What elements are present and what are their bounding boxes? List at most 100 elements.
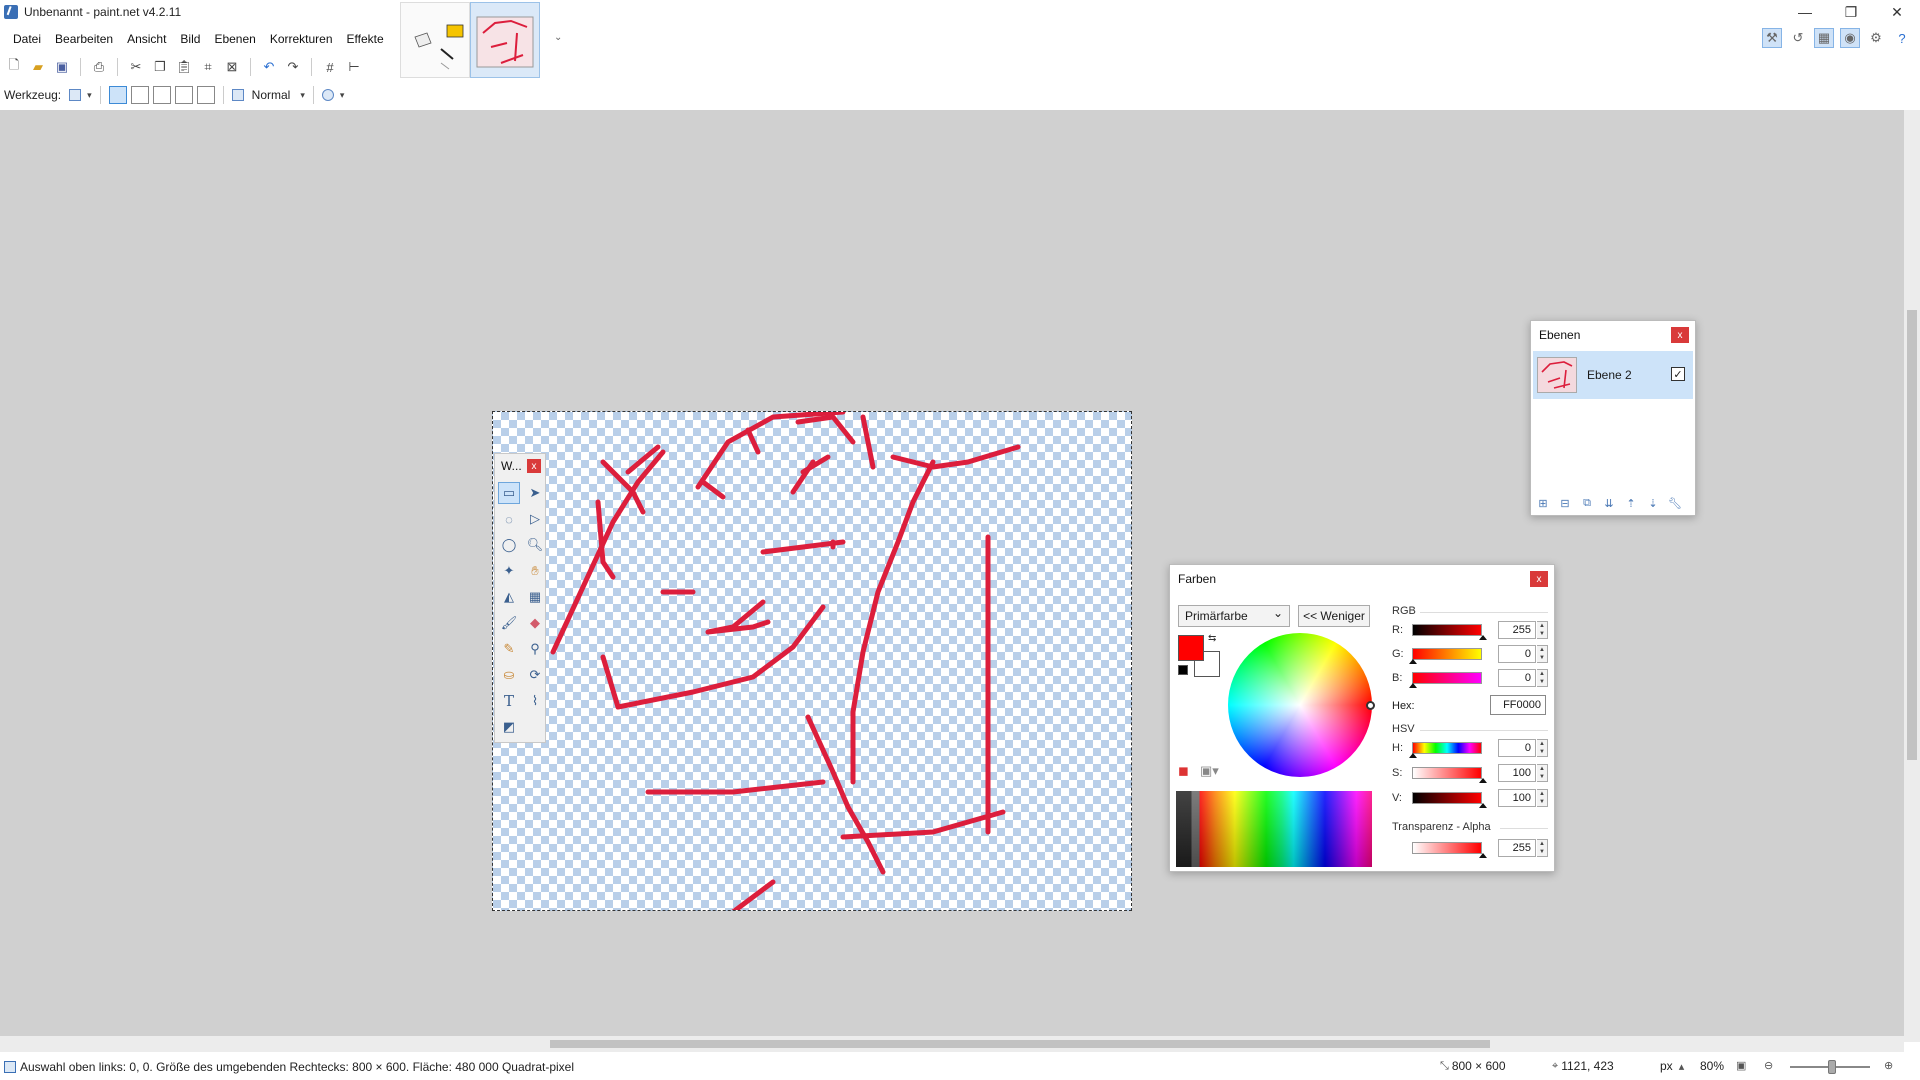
crop-icon[interactable]: ⌗ (198, 57, 218, 77)
colors-window-close-button[interactable]: x (1530, 571, 1548, 587)
selection-mode-union[interactable] (130, 86, 149, 104)
new-file-icon[interactable]: 🗋 (4, 57, 24, 77)
menu-korrekturen[interactable]: Korrekturen (263, 28, 340, 50)
move-layer-up-icon[interactable]: ⇡ (1623, 495, 1639, 511)
gradient-tool-icon[interactable]: ▦ (524, 586, 546, 608)
colors-window-titlebar[interactable]: Farben x (1170, 565, 1554, 593)
save-icon[interactable]: ▣ (52, 57, 72, 77)
alpha-value-input[interactable]: 255 (1498, 839, 1536, 857)
blue-spinner[interactable]: ▲ ▼ (1537, 669, 1548, 687)
value-value-input[interactable]: 100 (1498, 789, 1536, 807)
red-spinner[interactable]: ▲ ▼ (1537, 621, 1548, 639)
hue-slider-thumb[interactable] (1409, 753, 1417, 758)
zoom-in-status[interactable]: ⊕ (1884, 1059, 1896, 1072)
add-to-palette-icon[interactable]: ◼ (1178, 763, 1189, 779)
zoom-tool-icon[interactable]: 🔍︎ (524, 534, 546, 556)
zoom-out-status[interactable]: ⊖ (1764, 1059, 1776, 1072)
settings-gear-icon[interactable]: ⚙ (1866, 28, 1886, 48)
grid-icon[interactable]: # (320, 57, 340, 77)
tools-window-close-button[interactable]: x (527, 459, 541, 473)
undo-icon[interactable]: ↶ (259, 57, 279, 77)
alpha-spinner[interactable]: ▲ ▼ (1537, 839, 1548, 857)
delete-layer-icon[interactable]: ⊟ (1557, 495, 1573, 511)
history-panel-toggle-icon[interactable]: ↺ (1788, 28, 1808, 48)
red-slider[interactable] (1412, 624, 1487, 640)
menu-bearbeiten[interactable]: Bearbeiten (48, 28, 120, 50)
green-value-input[interactable]: 0 (1498, 645, 1536, 663)
layer-visibility-checkbox[interactable]: ✓ (1671, 367, 1685, 381)
move-layer-down-icon[interactable]: ⇣ (1645, 495, 1661, 511)
paint-bucket-tool-icon[interactable]: ◭ (498, 586, 520, 608)
line-curve-tool-icon[interactable]: ⌇ (524, 690, 546, 712)
value-slider-thumb[interactable] (1479, 803, 1487, 808)
tabs-dropdown-icon[interactable]: ⌄ (554, 32, 562, 43)
image-tab-unbenannt[interactable] (470, 2, 540, 78)
help-icon[interactable]: ? (1892, 28, 1912, 48)
menu-ansicht[interactable]: Ansicht (120, 28, 173, 50)
move-selected-pixels-tool-icon[interactable]: ➤ (524, 482, 546, 504)
layers-window-close-button[interactable]: x (1671, 327, 1689, 343)
antialias-icon[interactable] (321, 89, 334, 101)
value-slider[interactable] (1412, 792, 1487, 808)
shapes-tool-icon[interactable]: ◩ (498, 716, 520, 738)
clone-stamp-tool-icon[interactable]: ⛀ (498, 664, 520, 686)
color-palette[interactable] (1176, 791, 1372, 867)
colors-panel-toggle-icon[interactable]: ◉ (1840, 28, 1860, 48)
swap-colors-icon[interactable]: ⇆ (1208, 633, 1216, 644)
blend-mode-dropdown-icon[interactable]: ▾ (300, 90, 305, 101)
vertical-scroll-thumb[interactable] (1907, 310, 1917, 760)
selection-mode-replace[interactable] (108, 86, 127, 104)
recolor-tool-icon[interactable]: ⟳ (524, 664, 546, 686)
hue-slider[interactable] (1409, 742, 1482, 758)
zoom-in-icon[interactable]: ⊕ (1884, 1059, 1893, 1072)
fit-window-status[interactable]: ▣ (1736, 1059, 1749, 1072)
palette-menu-icon[interactable]: ▣▾ (1200, 763, 1219, 779)
rectangle-select-tool-icon[interactable]: ▭ (498, 482, 520, 504)
eraser-tool-icon[interactable]: ◆ (524, 612, 546, 634)
hue-value-input[interactable]: 0 (1498, 739, 1536, 757)
print-icon[interactable]: ⎙ (89, 57, 109, 77)
zoom-out-icon[interactable]: ⊖ (1764, 1059, 1773, 1072)
close-window-button[interactable]: ✕ (1874, 0, 1920, 24)
deselect-icon[interactable]: ⊠ (222, 57, 242, 77)
image-canvas[interactable] (492, 411, 1132, 911)
lasso-select-tool-icon[interactable]: ◌ (498, 508, 520, 530)
green-slider-thumb[interactable] (1409, 659, 1417, 664)
red-slider-thumb[interactable] (1479, 635, 1487, 640)
saturation-value-input[interactable]: 100 (1498, 764, 1536, 782)
horizontal-scroll-thumb[interactable] (550, 1040, 1490, 1048)
tools-panel-toggle-icon[interactable]: ⚒ (1762, 28, 1782, 48)
saturation-spinner[interactable]: ▲ ▼ (1537, 764, 1548, 782)
horizontal-scrollbar[interactable] (0, 1036, 1904, 1052)
saturation-slider[interactable] (1412, 767, 1487, 783)
merge-layer-down-icon[interactable]: ⇊ (1601, 495, 1617, 511)
magic-wand-tool-icon[interactable]: ✦ (498, 560, 520, 582)
redo-icon[interactable]: ↷ (283, 57, 303, 77)
ellipse-select-tool-icon[interactable]: ◯ (498, 534, 520, 556)
zoom-level-text[interactable]: 80% (1700, 1059, 1724, 1073)
menu-effekte[interactable]: Effekte (340, 28, 391, 50)
tool-dropdown-icon[interactable]: ▾ (87, 90, 92, 101)
blue-value-input[interactable]: 0 (1498, 669, 1536, 687)
text-tool-icon[interactable]: T (498, 690, 520, 712)
pan-tool-icon[interactable]: ✋︎ (524, 560, 546, 582)
unit-text[interactable]: px (1660, 1059, 1673, 1073)
menu-ebenen[interactable]: Ebenen (207, 28, 262, 50)
zoom-slider-thumb[interactable] (1828, 1060, 1836, 1074)
green-spinner[interactable]: ▲ ▼ (1537, 645, 1548, 663)
saturation-slider-thumb[interactable] (1479, 778, 1487, 783)
green-slider[interactable] (1409, 648, 1482, 664)
minimize-button[interactable]: — (1782, 0, 1828, 24)
reset-colors-icon[interactable] (1178, 665, 1188, 675)
color-wheel[interactable] (1228, 633, 1372, 777)
paintbrush-tool-icon[interactable]: 🖌︎ (498, 612, 520, 634)
move-selection-tool-icon[interactable]: ▷ (524, 508, 546, 530)
hex-value-input[interactable]: FF0000 (1490, 695, 1546, 715)
alpha-slider-thumb[interactable] (1479, 853, 1487, 858)
antialias-dropdown-icon[interactable]: ▾ (340, 90, 345, 101)
red-value-input[interactable]: 255 (1498, 621, 1536, 639)
copy-icon[interactable]: ❐ (150, 57, 170, 77)
tools-window-titlebar[interactable]: W... x (495, 454, 545, 478)
hue-spinner[interactable]: ▲ ▼ (1537, 739, 1548, 757)
selection-mode-intersect[interactable] (174, 86, 193, 104)
